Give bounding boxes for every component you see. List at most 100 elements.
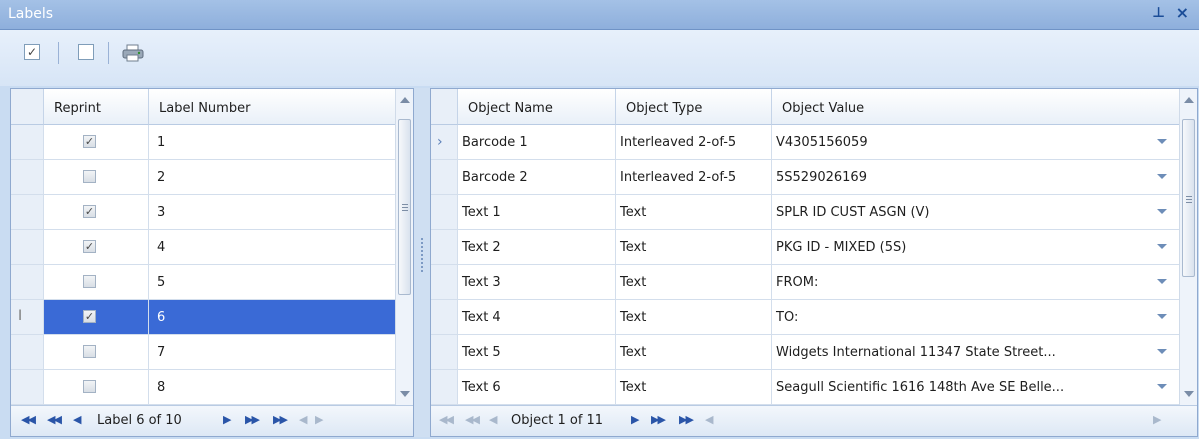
last-record-icon[interactable]: ▶▶ [679,413,694,426]
scroll-right-icon[interactable]: ▶ [1153,413,1162,426]
dropdown-arrow-icon[interactable] [1157,279,1167,284]
objects-vertical-scrollbar[interactable] [1179,89,1197,405]
object-name-cell[interactable]: Text 1 [458,195,616,230]
scroll-thumb[interactable] [1182,119,1195,277]
label-number-cell[interactable]: 5 [149,265,397,300]
scroll-left-icon[interactable]: ◀ [299,413,308,426]
label-number-cell[interactable]: 1 [149,125,397,160]
reprint-checkbox[interactable] [83,170,96,183]
object-name-cell[interactable]: Barcode 2 [458,160,616,195]
label-number-cell[interactable]: 7 [149,335,397,370]
object-name-cell[interactable]: Barcode 1 [458,125,616,160]
label-number-cell[interactable]: 4 [149,230,397,265]
object-value-cell[interactable]: Widgets International 11347 State Street… [772,335,1180,370]
next-page-icon[interactable]: ▶▶ [651,413,666,426]
scroll-thumb[interactable] [398,119,411,295]
scroll-up-icon[interactable] [400,97,410,103]
object-name-cell[interactable]: Text 5 [458,335,616,370]
row-selector[interactable] [431,300,458,335]
next-page-icon[interactable]: ▶▶ [245,413,260,426]
scroll-right-icon[interactable]: ▶ [315,413,324,426]
reprint-cell[interactable] [44,370,149,405]
reprint-checkbox[interactable] [83,275,96,288]
row-selector[interactable] [431,230,458,265]
scroll-down-icon[interactable] [1184,391,1194,397]
previous-record-icon[interactable]: ◀ [73,413,82,426]
scroll-down-icon[interactable] [400,391,410,397]
object-value-cell[interactable]: 5S529026169 [772,160,1180,195]
dropdown-arrow-icon[interactable] [1157,174,1167,179]
printer-icon[interactable] [122,44,144,62]
object-value-cell[interactable]: Seagull Scientific 1616 148th Ave SE Bel… [772,370,1180,405]
object-type-cell[interactable]: Text [616,370,772,405]
row-selector[interactable] [431,195,458,230]
panel-splitter[interactable] [414,88,430,437]
scroll-left-icon[interactable]: ◀ [705,413,714,426]
previous-record-icon[interactable]: ◀ [489,413,498,426]
reprint-checkbox[interactable]: ✓ [83,135,96,148]
object-value-cell[interactable]: FROM: [772,265,1180,300]
object-type-cell[interactable]: Text [616,230,772,265]
dropdown-arrow-icon[interactable] [1157,314,1167,319]
object-type-cell[interactable]: Text [616,265,772,300]
previous-page-icon[interactable]: ◀◀ [465,413,480,426]
reprint-cell[interactable] [44,160,149,195]
object-name-cell[interactable]: Text 2 [458,230,616,265]
reprint-cell[interactable] [44,335,149,370]
object-type-cell[interactable]: Interleaved 2-of-5 [616,160,772,195]
row-selector[interactable] [11,265,44,300]
labels-vertical-scrollbar[interactable] [395,89,413,405]
reprint-checkbox[interactable] [83,345,96,358]
reprint-checkbox[interactable]: ✓ [83,310,96,323]
row-selector[interactable] [431,370,458,405]
reprint-cell[interactable]: ✓ [44,195,149,230]
check-all-icon[interactable]: ✓ [24,44,40,60]
next-record-icon[interactable]: ▶ [631,413,640,426]
dropdown-arrow-icon[interactable] [1157,244,1167,249]
reprint-cell[interactable]: ✓ [44,300,149,335]
object-type-cell[interactable]: Text [616,195,772,230]
column-header-object-name[interactable]: Object Name [458,89,616,125]
reprint-cell[interactable] [44,265,149,300]
object-type-cell[interactable]: Text [616,300,772,335]
column-header-object-value[interactable]: Object Value [772,89,1180,125]
first-record-icon[interactable]: ◀◀ [439,413,454,426]
dropdown-arrow-icon[interactable] [1157,384,1167,389]
close-icon[interactable]: × [1176,3,1189,22]
reprint-checkbox[interactable] [83,380,96,393]
reprint-cell[interactable]: ✓ [44,230,149,265]
object-name-cell[interactable]: Text 6 [458,370,616,405]
label-number-cell[interactable]: 3 [149,195,397,230]
previous-page-icon[interactable]: ◀◀ [47,413,62,426]
column-header-label-number[interactable]: Label Number [149,89,397,125]
reprint-checkbox[interactable]: ✓ [83,240,96,253]
label-number-cell[interactable]: 8 [149,370,397,405]
column-header-reprint[interactable]: Reprint [44,89,149,125]
uncheck-all-icon[interactable] [78,44,94,60]
row-selector[interactable]: › [431,125,458,160]
first-record-icon[interactable]: ◀◀ [21,413,36,426]
label-number-cell[interactable]: 6 [149,300,397,335]
label-number-cell[interactable]: 2 [149,160,397,195]
object-value-cell[interactable]: V4305156059 [772,125,1180,160]
object-value-cell[interactable]: PKG ID - MIXED (5S) [772,230,1180,265]
row-selector[interactable] [431,335,458,370]
pin-icon[interactable]: ⊥ [1152,5,1165,21]
row-selector[interactable] [11,230,44,265]
last-record-icon[interactable]: ▶▶ [273,413,288,426]
object-value-cell[interactable]: TO: [772,300,1180,335]
next-record-icon[interactable]: ▶ [223,413,232,426]
dropdown-arrow-icon[interactable] [1157,139,1167,144]
row-selector[interactable] [431,160,458,195]
object-value-cell[interactable]: SPLR ID CUST ASGN (V) [772,195,1180,230]
object-name-cell[interactable]: Text 3 [458,265,616,300]
reprint-checkbox[interactable]: ✓ [83,205,96,218]
column-header-object-type[interactable]: Object Type [616,89,772,125]
object-type-cell[interactable]: Interleaved 2-of-5 [616,125,772,160]
row-selector[interactable] [11,335,44,370]
object-name-cell[interactable]: Text 4 [458,300,616,335]
object-type-cell[interactable]: Text [616,335,772,370]
row-selector[interactable]: I [11,300,44,335]
reprint-cell[interactable]: ✓ [44,125,149,160]
scroll-up-icon[interactable] [1184,97,1194,103]
